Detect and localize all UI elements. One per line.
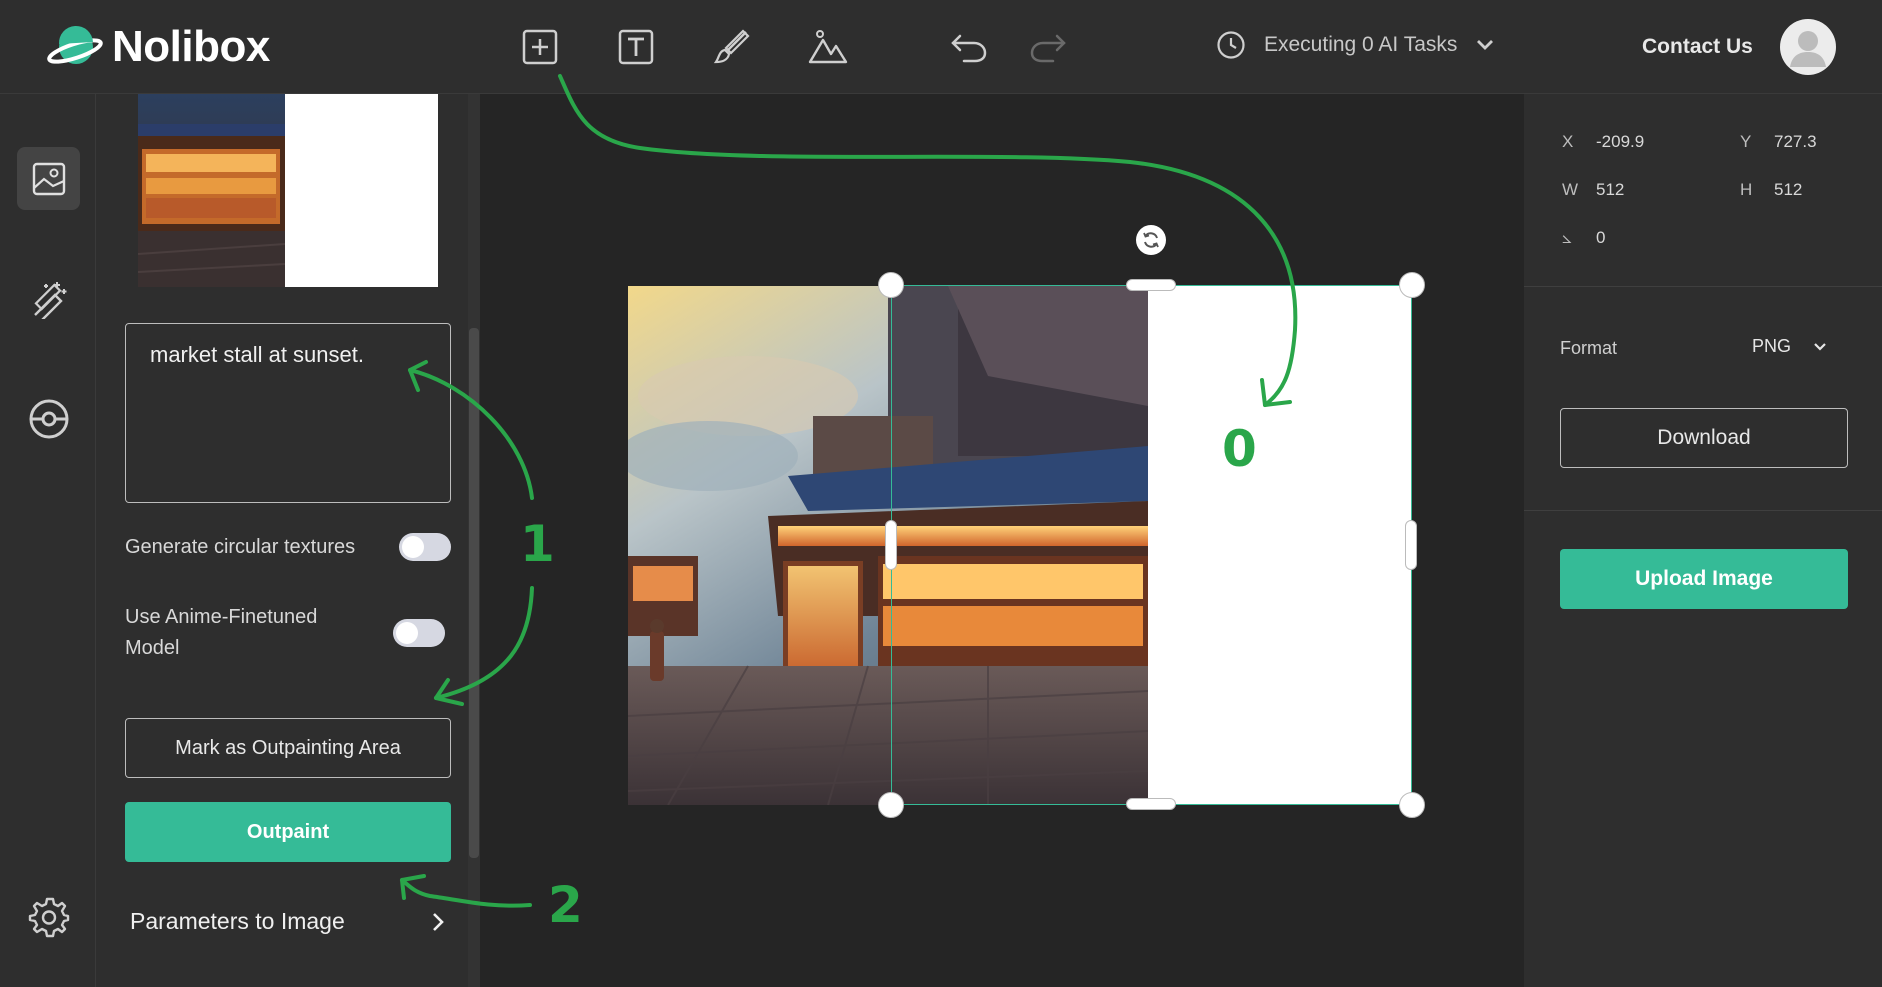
mark-outpainting-area-button[interactable]: Mark as Outpainting Area: [125, 718, 451, 778]
resize-handle-left[interactable]: [885, 520, 897, 570]
resize-handle-bottom-right[interactable]: [1399, 792, 1425, 818]
rotate-handle[interactable]: [1136, 225, 1166, 255]
redo-button[interactable]: [1028, 27, 1068, 67]
circular-textures-row: Generate circular textures: [125, 533, 455, 561]
parameters-to-image-link[interactable]: Parameters to Image: [130, 908, 446, 935]
mountains-icon: [808, 30, 848, 64]
image-tool-button[interactable]: [808, 27, 848, 67]
chevron-down-icon: [1814, 342, 1826, 351]
anime-model-label: Use Anime-Finetuned Model: [125, 606, 318, 659]
panel-scrollbar[interactable]: [468, 94, 480, 987]
image-icon: [32, 162, 65, 195]
clock-icon: [1217, 31, 1245, 59]
resize-handle-right[interactable]: [1405, 520, 1417, 570]
prop-h[interactable]: H 512: [1740, 180, 1802, 200]
target-icon: [29, 399, 68, 438]
upload-image-button[interactable]: Upload Image: [1560, 549, 1848, 609]
square-plus-icon: [522, 29, 558, 65]
avatar[interactable]: [1780, 19, 1836, 75]
add-frame-button[interactable]: [520, 27, 560, 67]
resize-handle-top-right[interactable]: [1399, 272, 1425, 298]
chevron-right-icon: [433, 912, 444, 931]
resize-handle-bottom-left[interactable]: [878, 792, 904, 818]
format-select[interactable]: PNG: [1752, 336, 1827, 357]
divider: [1524, 510, 1882, 511]
prop-x[interactable]: X -209.9: [1562, 132, 1644, 152]
ai-tasks-label: Executing 0 AI Tasks: [1264, 33, 1458, 56]
brush-icon: [713, 29, 750, 64]
angle-icon: ⦣: [1562, 228, 1572, 247]
selection-box[interactable]: [891, 285, 1412, 805]
anime-model-row: Use Anime-Finetuned Model: [125, 602, 455, 664]
app-window: Nolibox Executing 0 AI Tasks Contact Us: [0, 0, 1882, 987]
outpaint-button[interactable]: Outpaint: [125, 802, 451, 862]
scrollbar-thumb[interactable]: [469, 328, 479, 858]
left-rail: [0, 94, 96, 987]
prop-y-value[interactable]: 727.3: [1774, 132, 1817, 151]
prop-y[interactable]: Y 727.3: [1740, 132, 1817, 152]
contact-us-link[interactable]: Contact Us: [1642, 35, 1753, 59]
rail-item-image-panel[interactable]: [17, 147, 80, 210]
prompt-textarea[interactable]: market stall at sunset.: [125, 323, 451, 503]
parameters-to-image-label: Parameters to Image: [130, 908, 345, 934]
annotation-step-0: 0: [1222, 420, 1257, 478]
prop-x-value[interactable]: -209.9: [1596, 132, 1644, 151]
resize-handle-top-left[interactable]: [878, 272, 904, 298]
circular-textures-label: Generate circular textures: [125, 535, 356, 558]
prop-w-value[interactable]: 512: [1596, 180, 1624, 199]
user-icon: [1790, 31, 1826, 67]
rail-item-magic-wand[interactable]: [17, 267, 80, 330]
resize-handle-bottom[interactable]: [1126, 798, 1176, 810]
logo: Nolibox: [46, 22, 270, 72]
annotation-step-2: 2: [548, 876, 583, 934]
annotation-step-1: 1: [520, 515, 555, 573]
divider: [1524, 286, 1882, 287]
prop-angle-value[interactable]: 0: [1596, 228, 1605, 247]
download-button[interactable]: Download: [1560, 408, 1848, 468]
planet-logo-icon: [46, 22, 104, 72]
app-name: Nolibox: [112, 22, 270, 71]
text-box-icon: [618, 29, 654, 65]
prop-w[interactable]: W 512: [1562, 180, 1624, 200]
rail-item-plugin[interactable]: [17, 387, 80, 450]
brush-button[interactable]: [712, 27, 752, 67]
magic-wand-icon: [33, 281, 66, 319]
format-label: Format: [1560, 338, 1618, 358]
resize-handle-top[interactable]: [1126, 279, 1176, 291]
anime-model-toggle[interactable]: [393, 619, 445, 647]
outpaint-preview-thumbnail: [138, 94, 438, 287]
gear-icon: [28, 897, 69, 937]
redo-icon: [1030, 34, 1066, 63]
add-text-button[interactable]: [616, 27, 656, 67]
prop-h-value[interactable]: 512: [1774, 180, 1802, 199]
preview-photo: [138, 94, 285, 287]
prop-angle[interactable]: ⦣ 0: [1562, 228, 1605, 248]
rail-item-settings[interactable]: [17, 885, 80, 948]
undo-icon: [951, 34, 987, 63]
ai-tasks-dropdown[interactable]: Executing 0 AI Tasks: [1216, 30, 1495, 60]
format-value: PNG: [1752, 336, 1792, 356]
chevron-down-icon: [1477, 40, 1494, 50]
rotate-icon: [1143, 232, 1159, 248]
circular-textures-toggle[interactable]: [399, 533, 451, 561]
undo-button[interactable]: [949, 27, 989, 67]
top-bar: Nolibox Executing 0 AI Tasks Contact Us: [0, 0, 1882, 94]
